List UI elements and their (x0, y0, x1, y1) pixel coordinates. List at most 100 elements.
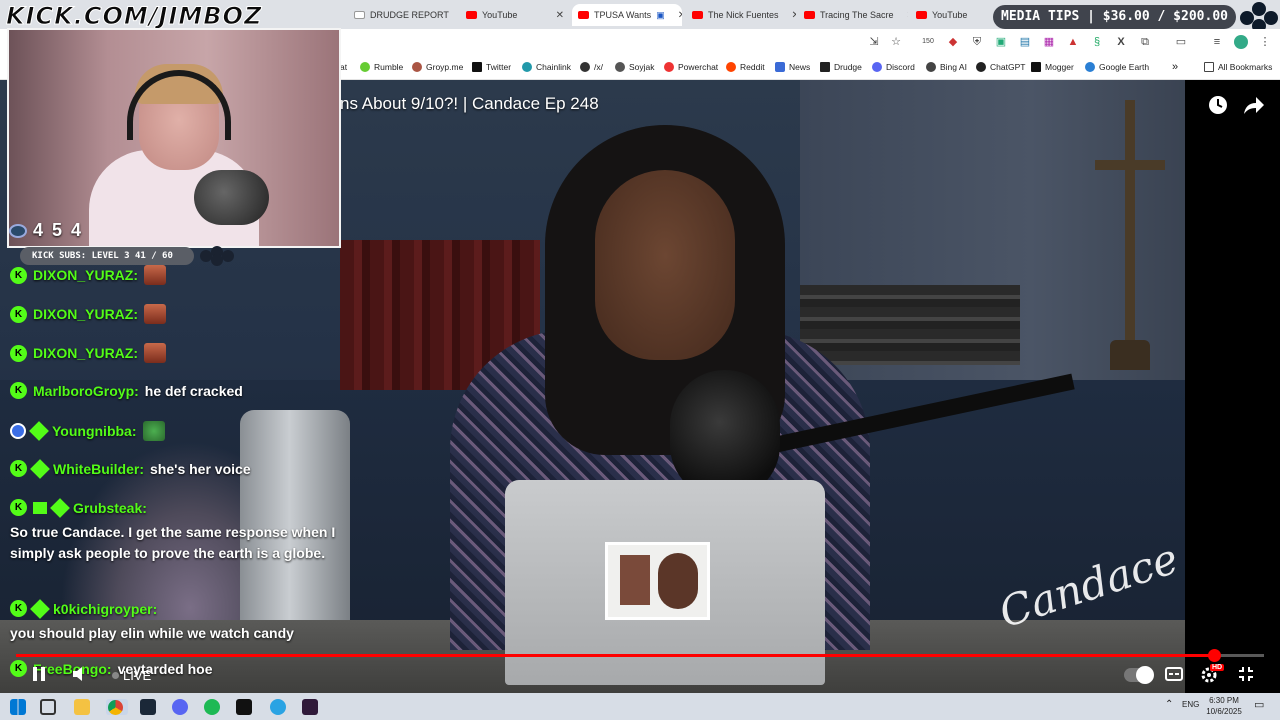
bookmark-chainlink[interactable]: Chainlink (522, 60, 571, 74)
profile-avatar[interactable] (1234, 35, 1248, 49)
chat-username[interactable]: Grubsteak: (73, 500, 147, 516)
windows-start-icon[interactable] (10, 699, 26, 715)
watch-later-icon[interactable] (1207, 94, 1229, 122)
task-view-icon[interactable] (40, 699, 56, 715)
browser-menu-icon[interactable]: ⋮ (1258, 35, 1272, 49)
chat-username[interactable]: DIXON_YURAZ: (33, 306, 138, 322)
bookmarks-overflow-icon[interactable]: » (1172, 60, 1178, 74)
close-tab-icon[interactable]: ✕ (548, 10, 564, 21)
chat-username[interactable]: MarlboroGroyp: (33, 383, 139, 399)
chat-text: you should play elin while we watch cand… (10, 625, 294, 641)
tray-overflow-icon[interactable]: ⌃ (1165, 699, 1173, 710)
x-extension-icon[interactable]: X (1114, 35, 1128, 49)
kick-badge-icon: K (10, 660, 27, 677)
volume-icon[interactable] (72, 666, 90, 687)
progress-fill (16, 654, 1215, 657)
bookmark-news[interactable]: News (775, 60, 810, 74)
install-app-icon[interactable]: ⇲ (867, 35, 881, 49)
autoplay-toggle[interactable] (1124, 666, 1154, 684)
subs-goal-bar: KICK SUBS: LEVEL 3 41 / 60 (20, 247, 194, 265)
chat-message: K k0kichigroyper: (10, 598, 157, 619)
telegram-icon[interactable] (270, 699, 286, 715)
bookmark-rumble[interactable]: Rumble (360, 60, 403, 74)
bookmark-reddit[interactable]: Reddit (726, 60, 765, 74)
side-panel-icon[interactable]: ▭ (1174, 35, 1188, 49)
bookmark-bing-ai[interactable]: Bing AI (926, 60, 967, 74)
chat-username[interactable]: k0kichigroyper: (53, 601, 157, 617)
viewer-count: 4 5 4 (9, 220, 83, 241)
close-tab-icon[interactable]: ✕ (784, 10, 796, 21)
extension-fox-icon[interactable]: ◆ (946, 35, 960, 49)
close-tab-icon[interactable]: ✕ (899, 10, 908, 21)
progress-scrubber[interactable] (1208, 649, 1222, 662)
bookmark-google-earth[interactable]: Google Earth (1085, 60, 1149, 74)
tab-nick-fuentes[interactable]: The Nick Fuentes ✕ (686, 4, 796, 26)
extension-puzzle-icon[interactable]: ▣ (994, 35, 1008, 49)
video-title[interactable]: ns About 9/10?! | Candace Ep 248 (340, 94, 599, 114)
bookmark-discord[interactable]: Discord (872, 60, 915, 74)
bookmark-chatgpt[interactable]: ChatGPT (976, 60, 1025, 74)
reddit-icon (726, 62, 736, 72)
soyjak-icon (615, 62, 625, 72)
extension-green-icon[interactable]: § (1090, 35, 1104, 49)
bookmark-star-icon[interactable]: ☆ (889, 35, 903, 49)
bookmark-partial[interactable]: at (340, 60, 347, 74)
video-progress-bar[interactable] (16, 649, 1264, 662)
extension-counter-icon[interactable]: 150 (921, 35, 935, 49)
extensions-puzzle-icon[interactable]: ⧉ (1138, 35, 1152, 49)
bookmark-drudge[interactable]: Drudge (820, 60, 862, 74)
clover-icon (580, 62, 590, 72)
share-icon[interactable] (1243, 94, 1265, 122)
extension-shield-icon[interactable]: ⛨ (970, 35, 984, 49)
media-control-icon[interactable]: ≡ (1210, 35, 1224, 49)
chat-text: he def cracked (144, 382, 243, 399)
tab-youtube-2[interactable]: YouTube (910, 4, 990, 26)
all-bookmarks[interactable]: All Bookmarks (1204, 60, 1272, 74)
chat-username[interactable]: WhiteBuilder: (53, 461, 144, 477)
extension-red-icon[interactable]: ▲ (1066, 35, 1080, 49)
chat-message: K WhiteBuilder: she's her voice (10, 458, 251, 479)
terminal-icon[interactable] (236, 699, 252, 715)
close-tab-icon[interactable]: ✕ (670, 10, 682, 21)
subscriber-badge-icon (50, 497, 70, 518)
chat-text: So true Candace. I get the same response… (10, 524, 336, 561)
bookmark-mogger[interactable]: Mogger (1031, 60, 1074, 74)
obs-adobe-icon[interactable] (302, 699, 318, 715)
input-language[interactable]: ENG (1182, 700, 1199, 709)
bookmark-soyjak[interactable]: Soyjak (615, 60, 655, 74)
spotify-icon[interactable] (204, 699, 220, 715)
chat-username[interactable]: Youngnibba: (52, 423, 137, 439)
exit-fullscreen-icon[interactable] (1238, 666, 1254, 687)
pause-icon[interactable] (32, 666, 46, 687)
chat-message: K MarlboroGroyp: he def cracked (10, 382, 243, 399)
discord-taskbar-icon[interactable] (172, 699, 188, 715)
extension-translate-icon[interactable]: ▤ (1018, 35, 1032, 49)
file-explorer-icon[interactable] (74, 699, 90, 715)
chat-username[interactable]: DIXON_YURAZ: (33, 267, 138, 283)
notifications-icon[interactable]: ▭ (1254, 698, 1264, 711)
discord-icon (872, 62, 882, 72)
tab-youtube-1[interactable]: YouTube ✕ (460, 4, 570, 26)
stream-brand: KICK.COM/JIMBOZ (5, 2, 263, 31)
bookmark-groyp[interactable]: Groyp.me (412, 60, 463, 74)
mogger-icon (1031, 62, 1041, 72)
close-tab-icon[interactable]: ✕ (454, 10, 458, 21)
live-indicator[interactable]: LIVE (112, 668, 151, 683)
gift-badge-icon (33, 501, 47, 514)
steam-icon[interactable] (140, 699, 156, 715)
bookmark-powerchat[interactable]: Powerchat (664, 60, 718, 74)
tab-tpusa-active[interactable]: TPUSA Wants ▣ ✕ (572, 4, 682, 26)
chat-username[interactable]: DIXON_YURAZ: (33, 345, 138, 361)
tab-drudge-report[interactable]: DRUDGE REPORT ✕ (348, 4, 458, 26)
tab-tracing-sacred[interactable]: Tracing The Sacre ✕ (798, 4, 908, 26)
captions-icon[interactable] (1165, 667, 1183, 686)
chat-emote (142, 421, 165, 441)
system-clock[interactable]: 6:30 PM 10/6/2025 (1200, 695, 1248, 717)
subscriber-badge-icon (29, 421, 49, 441)
extension-grid-icon[interactable]: ▦ (1042, 35, 1056, 49)
cast-icon[interactable]: ▣ (656, 10, 665, 21)
chat-message: K Grubsteak: (10, 497, 147, 518)
bookmark-x-board[interactable]: /x/ (580, 60, 603, 74)
bookmark-twitter[interactable]: Twitter (472, 60, 511, 74)
kick-badge-icon: K (10, 499, 27, 516)
